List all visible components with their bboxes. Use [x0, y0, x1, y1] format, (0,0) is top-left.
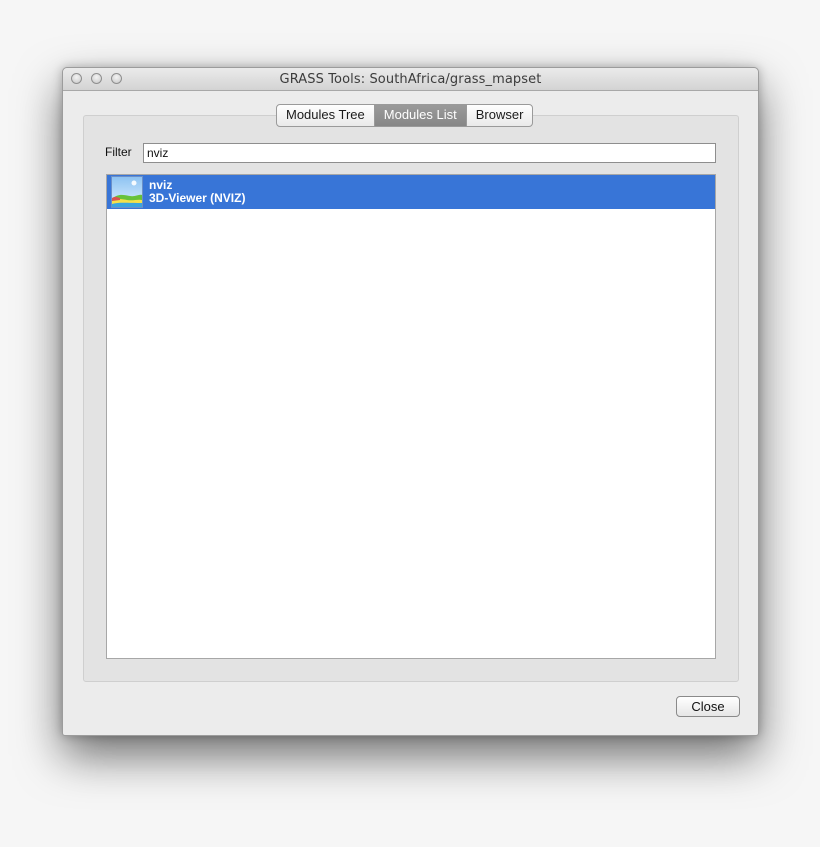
tab-browser[interactable]: Browser	[465, 105, 533, 126]
list-item[interactable]: nviz 3D-Viewer (NVIZ)	[107, 175, 715, 209]
nviz-3d-terrain-icon	[111, 176, 143, 208]
module-text: nviz 3D-Viewer (NVIZ)	[149, 179, 245, 205]
close-button[interactable]: Close	[676, 696, 740, 717]
tab-modules-list[interactable]: Modules List	[373, 105, 466, 126]
tab-modules-tree[interactable]: Modules Tree	[277, 105, 374, 126]
modules-list[interactable]: nviz 3D-Viewer (NVIZ)	[106, 174, 716, 659]
filter-input[interactable]	[143, 143, 716, 163]
tab-bar: Modules Tree Modules List Browser	[276, 104, 534, 127]
module-description: 3D-Viewer (NVIZ)	[149, 191, 246, 205]
grass-tools-window: GRASS Tools: SouthAfrica/grass_mapset Mo…	[62, 67, 759, 736]
window-title: GRASS Tools: SouthAfrica/grass_mapset	[279, 72, 542, 87]
filter-label: Filter	[105, 145, 132, 159]
title-bar[interactable]: GRASS Tools: SouthAfrica/grass_mapset	[63, 68, 758, 91]
